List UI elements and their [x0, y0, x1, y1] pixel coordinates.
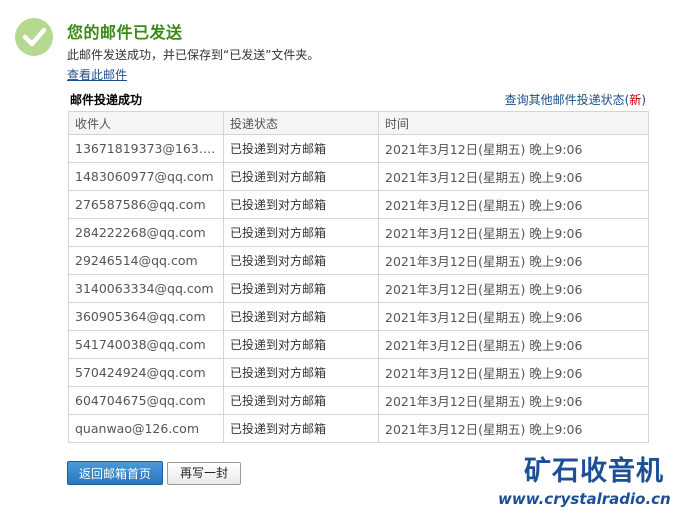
table-row: 360905364@qq.com 已投递到对方邮箱 2021年3月12日(星期五) … [68, 302, 649, 331]
table-row: 541740038@qq.com 已投递到对方邮箱 2021年3月12日(星期五) … [68, 330, 649, 359]
page-title: 您的邮件已发送 [67, 23, 183, 42]
recipient-cell: 541740038@qq.com [68, 330, 224, 359]
success-message: 此邮件发送成功，并已保存到“已发送”文件夹。 [67, 48, 320, 62]
status-cell: 已投递到对方邮箱 [223, 134, 379, 163]
table-row: 570424924@qq.com 已投递到对方邮箱 2021年3月12日(星期五) … [68, 358, 649, 387]
table-row: 276587586@qq.com 已投递到对方邮箱 2021年3月12日(星期五) … [68, 190, 649, 219]
recipient-cell: 1483060977@qq.com [68, 162, 224, 191]
status-cell: 已投递到对方邮箱 [223, 274, 379, 303]
time-cell: 2021年3月12日(星期五) 晚上9:06 [378, 218, 649, 247]
column-header-recipient: 收件人 [68, 111, 224, 135]
recipient-cell: 360905364@qq.com [68, 302, 224, 331]
recipient-cell: 570424924@qq.com [68, 358, 224, 387]
back-to-inbox-button[interactable]: 返回邮箱首页 [67, 461, 163, 485]
status-cell: 已投递到对方邮箱 [223, 414, 379, 443]
watermark-title: 矿石收音机 [524, 456, 664, 487]
table-row: 284222268@qq.com 已投递到对方邮箱 2021年3月12日(星期五) … [68, 218, 649, 247]
column-header-time: 时间 [378, 111, 649, 135]
view-mail-link[interactable]: 查看此邮件 [67, 66, 127, 83]
table-row: quanwao@126.com 已投递到对方邮箱 2021年3月12日(星期五) 晚… [68, 414, 649, 443]
check-circle-icon [15, 18, 53, 56]
status-cell: 已投递到对方邮箱 [223, 162, 379, 191]
status-cell: 已投递到对方邮箱 [223, 302, 379, 331]
time-cell: 2021年3月12日(星期五) 晚上9:06 [378, 246, 649, 275]
recipient-cell: 284222268@qq.com [68, 218, 224, 247]
status-cell: 已投递到对方邮箱 [223, 330, 379, 359]
status-cell: 已投递到对方邮箱 [223, 358, 379, 387]
new-badge: 新 [629, 93, 642, 107]
time-cell: 2021年3月12日(星期五) 晚上9:06 [378, 330, 649, 359]
table-row: 604704675@qq.com 已投递到对方邮箱 2021年3月12日(星期五) … [68, 386, 649, 415]
write-another-button[interactable]: 再写一封 [167, 462, 241, 485]
column-header-status: 投递状态 [223, 111, 379, 135]
status-cell: 已投递到对方邮箱 [223, 190, 379, 219]
recipient-cell: 13671819373@163.c... [68, 134, 224, 163]
status-cell: 已投递到对方邮箱 [223, 218, 379, 247]
watermark-url: www.crystalradio.cn [498, 490, 671, 508]
recipient-cell: 604704675@qq.com [68, 386, 224, 415]
table-row: 1483060977@qq.com 已投递到对方邮箱 2021年3月12日(星期五)… [68, 162, 649, 191]
time-cell: 2021年3月12日(星期五) 晚上9:06 [378, 358, 649, 387]
new-paren-close: ) [641, 93, 646, 107]
recipient-cell: 3140063334@qq.com [68, 274, 224, 303]
time-cell: 2021年3月12日(星期五) 晚上9:06 [378, 190, 649, 219]
time-cell: 2021年3月12日(星期五) 晚上9:06 [378, 302, 649, 331]
recipient-cell: 276587586@qq.com [68, 190, 224, 219]
time-cell: 2021年3月12日(星期五) 晚上9:06 [378, 134, 649, 163]
time-cell: 2021年3月12日(星期五) 晚上9:06 [378, 274, 649, 303]
recipient-cell: 29246514@qq.com [68, 246, 224, 275]
time-cell: 2021年3月12日(星期五) 晚上9:06 [378, 386, 649, 415]
recipient-cell: quanwao@126.com [68, 414, 224, 443]
status-cell: 已投递到对方邮箱 [223, 246, 379, 275]
time-cell: 2021年3月12日(星期五) 晚上9:06 [378, 162, 649, 191]
table-row: 29246514@qq.com 已投递到对方邮箱 2021年3月12日(星期五) 晚… [68, 246, 649, 275]
time-cell: 2021年3月12日(星期五) 晚上9:06 [378, 414, 649, 443]
table-header-row: 收件人 投递状态 时间 [68, 111, 649, 135]
delivery-section-title: 邮件投递成功 [70, 93, 143, 107]
delivery-table: 收件人 投递状态 时间 13671819373@163.c... 已投递到对方邮箱… [68, 111, 649, 443]
status-cell: 已投递到对方邮箱 [223, 386, 379, 415]
query-link-label[interactable]: 查询其他邮件投递状态 [505, 93, 625, 107]
table-row: 13671819373@163.c... 已投递到对方邮箱 2021年3月12日(星… [68, 134, 649, 163]
query-other-status-link[interactable]: 查询其他邮件投递状态(新) [505, 91, 646, 108]
table-row: 3140063334@qq.com 已投递到对方邮箱 2021年3月12日(星期五)… [68, 274, 649, 303]
